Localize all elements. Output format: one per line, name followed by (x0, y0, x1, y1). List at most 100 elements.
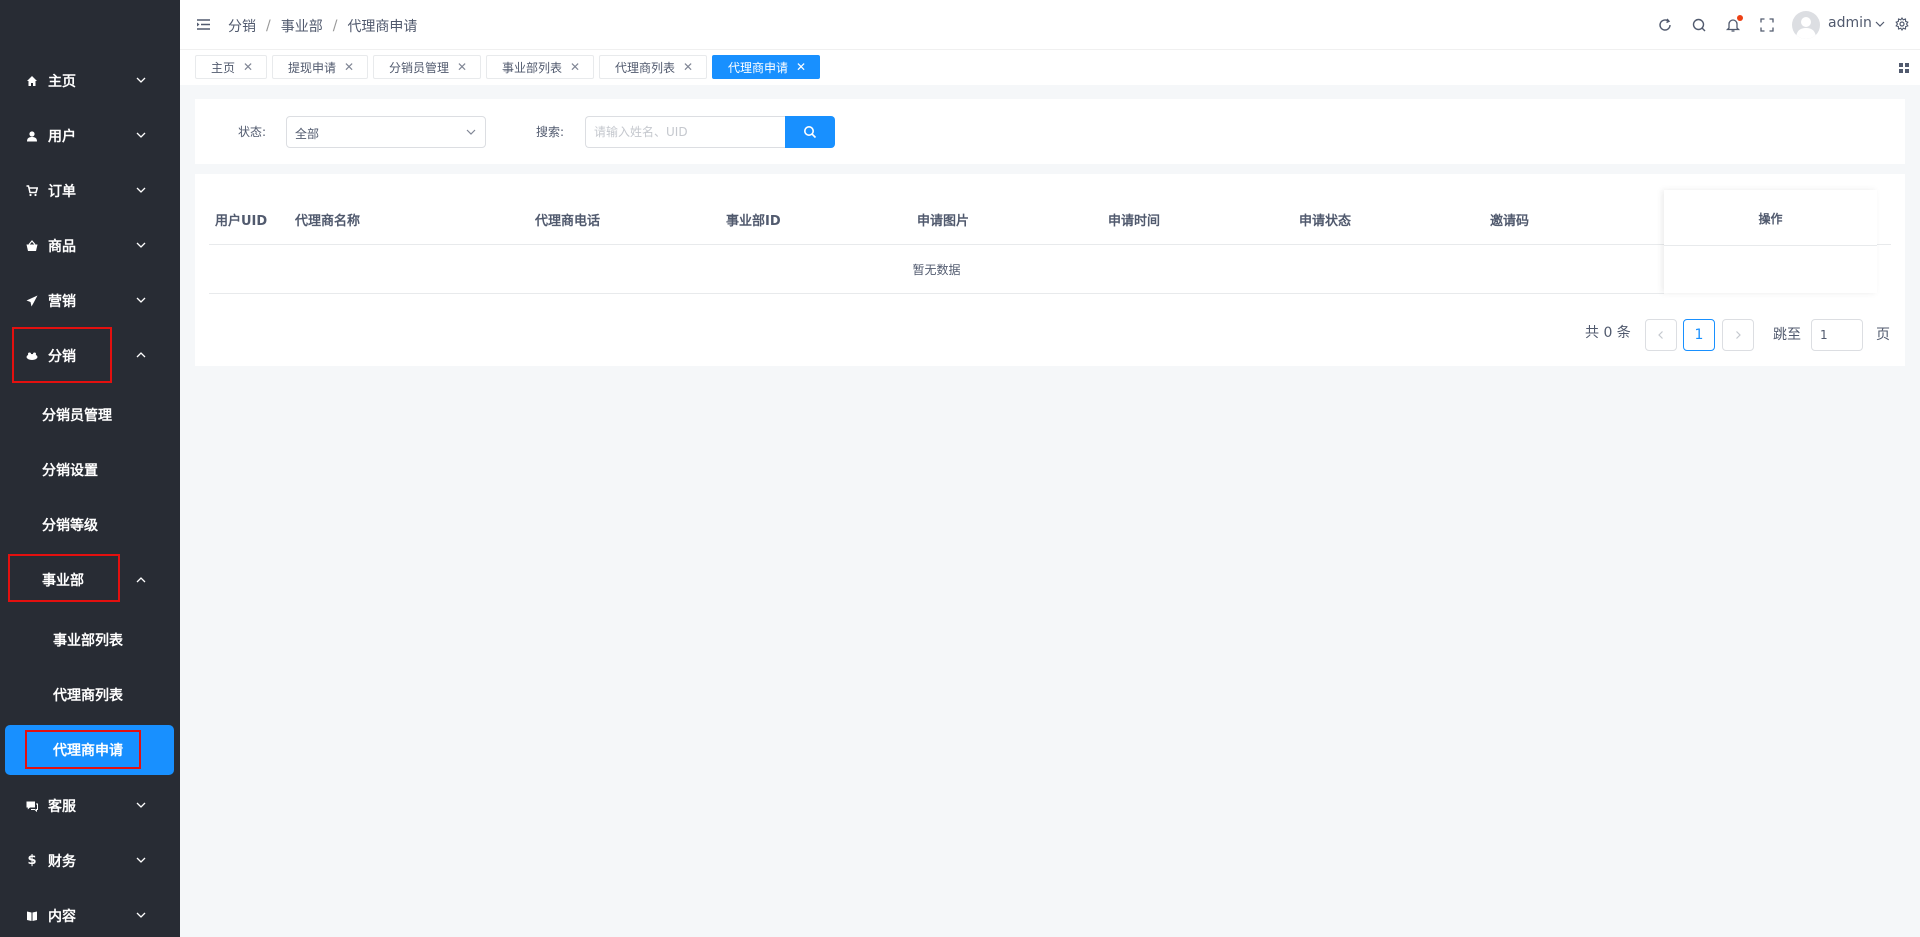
next-page-button[interactable] (1722, 319, 1754, 351)
jump-page-input[interactable] (1811, 319, 1863, 351)
chevron-right-icon (1736, 331, 1741, 339)
sidebar-item-products[interactable]: 商品 (0, 218, 180, 273)
sidebar-item-marketing[interactable]: 营销 (0, 273, 180, 328)
close-icon[interactable]: ✕ (344, 60, 354, 74)
sidebar: 主页 用户 订单 商品 营销 分销 分销员管理 分销设置 分销等级 事业部 事业… (0, 0, 180, 937)
refresh-icon[interactable] (1657, 17, 1673, 33)
sidebar-item-label: 分销设置 (42, 463, 98, 479)
home-icon (25, 74, 39, 88)
column-header-agent-name: 代理商名称 (295, 214, 361, 229)
sidebar-item-distribution-levels[interactable]: 分销等级 (0, 500, 180, 550)
prev-page-button[interactable] (1645, 319, 1677, 351)
table-panel: 用户UID 代理商名称 代理商电话 事业部ID 申请图片 申请时间 申请状态 邀… (195, 174, 1905, 366)
tab-agent-list[interactable]: 代理商列表 ✕ (599, 55, 707, 79)
chevron-down-icon (136, 132, 146, 138)
breadcrumb-item[interactable]: 事业部 (281, 16, 323, 36)
tab-agent-application[interactable]: 代理商申请 ✕ (712, 55, 820, 79)
table-header: 用户UID 代理商名称 代理商电话 事业部ID 申请图片 申请时间 申请状态 邀… (209, 190, 1891, 245)
sidebar-item-agent-list[interactable]: 代理商列表 (0, 670, 180, 720)
breadcrumb-separator: / (332, 18, 338, 34)
tab-label: 主页 (211, 60, 236, 75)
sidebar-item-distributor-management[interactable]: 分销员管理 (0, 390, 180, 440)
avatar[interactable] (1792, 11, 1820, 39)
page-suffix-label: 页 (1876, 327, 1890, 343)
chevron-down-icon[interactable] (1874, 18, 1886, 30)
column-header-division-id: 事业部ID (726, 214, 781, 229)
search-icon (804, 126, 817, 139)
page-button[interactable]: 1 (1683, 319, 1715, 351)
settings-icon[interactable] (1895, 17, 1909, 31)
book-icon (25, 909, 39, 923)
sidebar-item-finance[interactable]: $ 财务 (0, 833, 180, 888)
status-select-value: 全部 (295, 127, 320, 141)
tab-division-list[interactable]: 事业部列表 ✕ (486, 55, 594, 79)
sidebar-item-label: 代理商列表 (53, 688, 123, 704)
username[interactable]: admin (1828, 15, 1872, 31)
sidebar-item-label: 财务 (48, 853, 76, 870)
close-icon[interactable]: ✕ (570, 60, 580, 74)
sidebar-item-label: 事业部列表 (53, 633, 123, 649)
close-icon[interactable]: ✕ (457, 60, 467, 74)
tab-label: 事业部列表 (502, 60, 563, 75)
sidebar-item-content[interactable]: 内容 (0, 888, 180, 937)
divider (1664, 245, 1877, 246)
tab-home[interactable]: 主页 ✕ (195, 55, 267, 79)
chevron-down-icon (466, 129, 476, 135)
column-header-application-image: 申请图片 (917, 214, 970, 229)
status-select[interactable]: 全部 (286, 116, 486, 148)
basket-icon (25, 239, 39, 253)
close-icon[interactable]: ✕ (243, 60, 253, 74)
sidebar-item-distribution[interactable]: 分销 (0, 328, 180, 383)
search-label: 搜索: (536, 125, 565, 139)
sidebar-item-label: 订单 (48, 183, 76, 200)
sidebar-item-label: 分销 (48, 348, 76, 365)
tab-withdrawal-request[interactable]: 提现申请 ✕ (272, 55, 368, 79)
chevron-down-icon (136, 912, 146, 918)
breadcrumb-item[interactable]: 分销 (228, 16, 256, 36)
sidebar-item-division-list[interactable]: 事业部列表 (0, 615, 180, 665)
sidebar-item-label: 内容 (48, 908, 76, 925)
chevron-down-icon (136, 857, 146, 863)
status-label: 状态: (238, 125, 267, 139)
search-icon[interactable] (1691, 17, 1707, 33)
sidebar-item-label: 用户 (48, 128, 76, 145)
notification-bell-icon[interactable] (1725, 15, 1743, 33)
tab-label: 代理商列表 (615, 60, 676, 75)
chevron-down-icon (136, 77, 146, 83)
top-header: 分销 / 事业部 / 代理商申请 admin (180, 0, 1920, 50)
send-icon (25, 294, 39, 308)
close-icon[interactable]: ✕ (683, 60, 693, 74)
sidebar-item-label: 分销员管理 (42, 408, 112, 424)
jump-label: 跳至 (1773, 327, 1801, 343)
sidebar-item-label: 营销 (48, 293, 76, 310)
column-header-application-time: 申请时间 (1108, 214, 1161, 229)
breadcrumb: 分销 / 事业部 / 代理商申请 (228, 16, 417, 36)
user-icon (25, 129, 39, 143)
sidebar-item-label: 主页 (48, 73, 76, 90)
chevron-left-icon (1658, 331, 1663, 339)
close-icon[interactable]: ✕ (796, 60, 806, 74)
column-header-invite-code: 邀请码 (1490, 214, 1530, 229)
sidebar-item-home[interactable]: 主页 (0, 53, 180, 108)
menu-fold-icon[interactable] (196, 17, 211, 32)
breadcrumb-separator: / (266, 18, 271, 34)
chat-icon (25, 799, 39, 813)
chevron-down-icon (136, 242, 146, 248)
column-header-actions: 操作 (1758, 212, 1783, 226)
fixed-action-column: 操作 (1664, 190, 1877, 293)
chevron-up-icon (136, 577, 146, 583)
empty-state: 暂无数据 (209, 246, 1664, 294)
sidebar-item-customer-service[interactable]: 客服 (0, 778, 180, 833)
sidebar-item-distribution-settings[interactable]: 分销设置 (0, 445, 180, 495)
breadcrumb-current: 代理商申请 (347, 19, 418, 35)
sidebar-item-orders[interactable]: 订单 (0, 163, 180, 218)
sidebar-item-users[interactable]: 用户 (0, 108, 180, 163)
search-button[interactable] (785, 116, 835, 148)
sidebar-item-label: 客服 (48, 798, 76, 815)
search-input[interactable] (585, 116, 785, 148)
sidebar-item-division[interactable]: 事业部 (0, 555, 180, 605)
sidebar-item-agent-application[interactable]: 代理商申请 (5, 725, 174, 775)
grid-menu-icon[interactable] (1898, 62, 1910, 74)
tab-distributor-management[interactable]: 分销员管理 ✕ (373, 55, 481, 79)
fullscreen-icon[interactable] (1759, 17, 1775, 33)
